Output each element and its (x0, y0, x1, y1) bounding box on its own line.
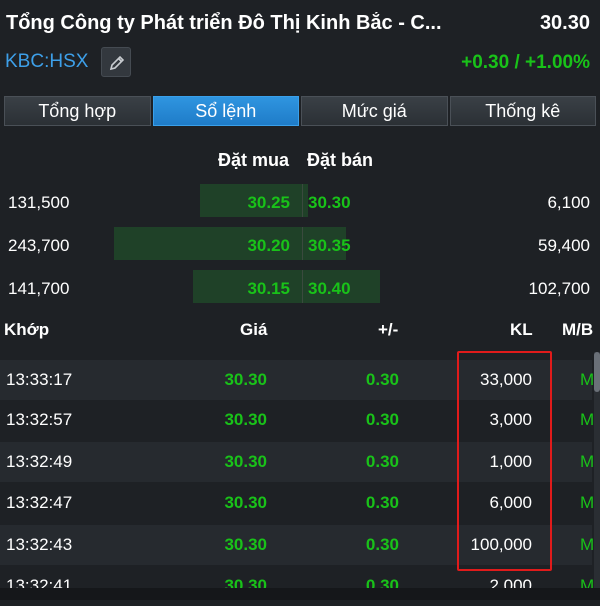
col-price-header: Giá (240, 320, 268, 339)
tab-statistics[interactable]: Thống kê (449, 96, 596, 126)
price-divider (302, 227, 303, 260)
trade-side: M (580, 452, 595, 471)
ask-volume: 102,700 (528, 279, 590, 298)
volume-highlight-box (457, 351, 552, 571)
ask-volume: 6,100 (547, 193, 590, 212)
bid-header: Đặt mua (218, 150, 290, 170)
ask-price: 30.35 (308, 236, 351, 255)
scrollbar-thumb[interactable] (594, 352, 600, 392)
order-book-row: 141,700 30.15 30.40 102,700 (0, 270, 600, 306)
col-change-header: +/- (378, 320, 399, 339)
trade-time: 13:32:43 (6, 535, 73, 554)
price-divider (302, 184, 303, 217)
ask-price: 30.40 (308, 279, 351, 298)
tab-bar: Tổng hợp Sổ lệnh Mức giá Thống kê (4, 96, 596, 126)
trade-time: 13:33:17 (6, 370, 73, 389)
trade-side: M (580, 410, 595, 429)
ask-header: Đặt bán (307, 150, 374, 170)
bid-volume: 141,700 (8, 279, 70, 298)
trade-change: 0.30 (365, 410, 399, 429)
trade-side: M (580, 535, 595, 554)
trade-row: 13:32:41 30.30 0.30 2,000 M (0, 566, 594, 606)
bid-price: 30.20 (247, 236, 290, 255)
trade-change: 0.30 (365, 493, 399, 512)
edit-button[interactable] (101, 47, 131, 77)
trade-time: 13:32:57 (6, 410, 73, 429)
trade-change: 0.30 (365, 370, 399, 389)
trades-scrollbar[interactable] (594, 352, 600, 600)
bid-price: 30.25 (247, 193, 290, 212)
ask-volume: 59,400 (538, 236, 590, 255)
col-volume-header: KL (510, 320, 533, 339)
order-book-row: 243,700 30.20 30.35 59,400 (0, 227, 600, 263)
trade-change: 0.30 (365, 452, 399, 471)
bid-price: 30.15 (247, 279, 290, 298)
price-change: +0.30 / +1.00% (461, 52, 590, 73)
tab-price-levels[interactable]: Mức giá (301, 96, 448, 126)
col-side-header: M/B (562, 320, 594, 339)
col-time-header: Khớp (4, 320, 50, 339)
trade-time: 13:32:49 (6, 452, 73, 471)
bid-volume: 131,500 (8, 193, 70, 212)
trade-price: 30.30 (224, 370, 267, 389)
trade-side: M (580, 493, 595, 512)
trade-price: 30.30 (224, 452, 267, 471)
tab-summary[interactable]: Tổng hợp (4, 96, 151, 126)
order-book-row: 131,500 30.25 30.30 6,100 (0, 184, 600, 220)
stock-symbol[interactable]: KBC:HSX (5, 51, 88, 73)
trade-price: 30.30 (224, 410, 267, 429)
price-divider (302, 270, 303, 303)
pencil-icon (109, 55, 125, 71)
trade-time: 13:32:47 (6, 493, 73, 512)
company-name: Tổng Công ty Phát triển Đô Thị Kinh Bắc … (6, 12, 442, 34)
current-price: 30.30 (539, 12, 590, 34)
trade-price: 30.30 (224, 535, 267, 554)
bid-volume: 243,700 (8, 236, 70, 255)
tab-order-book[interactable]: Sổ lệnh (152, 96, 299, 126)
bottom-bar (0, 588, 600, 600)
trade-side: M (580, 370, 595, 389)
trade-price: 30.30 (224, 493, 267, 512)
ask-price: 30.30 (308, 193, 351, 212)
trade-change: 0.30 (365, 535, 399, 554)
